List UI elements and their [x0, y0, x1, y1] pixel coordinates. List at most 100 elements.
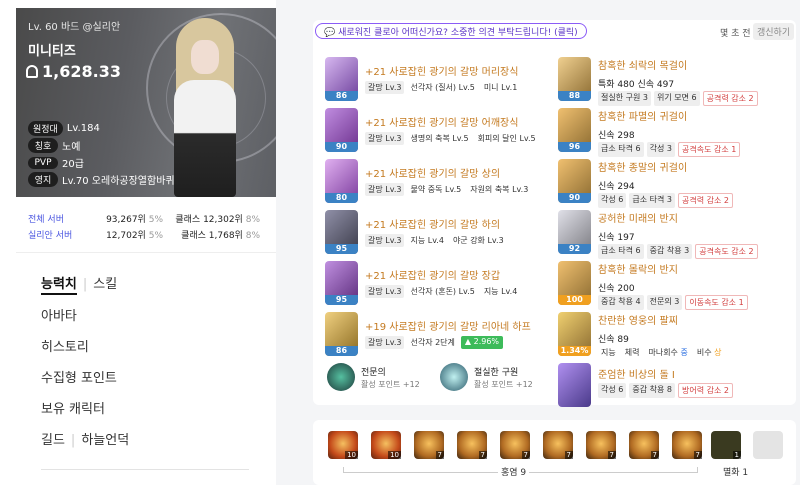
class-rank: 1,768위: [208, 231, 243, 241]
equipment-tag: 갈망 Lv.3: [365, 234, 405, 247]
equipment-tags: 갈망 Lv.3 선각자 2단계 ▲ 2.96%: [365, 336, 504, 349]
accessory-tag: 비수 상: [696, 348, 722, 357]
equipment-item[interactable]: 86 +19 사로잡힌 광기의 갈망 리아네 하프 갈망 Lv.3 선각자 2단계…: [325, 312, 550, 360]
accessory-icon: 92: [558, 210, 591, 254]
equipment-tag: 선각자 (혼돈) Lv.5: [410, 287, 475, 296]
class-rank: 12,302위: [203, 215, 243, 225]
gem-slot[interactable]: 1: [711, 431, 741, 459]
gem-slot[interactable]: 7: [414, 431, 444, 459]
class-line: Lv. 60 바드 @실리안: [28, 22, 121, 33]
gem-slot[interactable]: 7: [586, 431, 616, 459]
accessory-tag: 공격속도 감소 1: [677, 142, 741, 157]
gem-level: 7: [607, 451, 616, 459]
tab-skill[interactable]: 스킬: [93, 277, 117, 292]
refresh-button[interactable]: 갱신하기: [753, 23, 795, 40]
side-menu: 능력치 | 스킬 아바타 히스토리 수집형 포인트 보유 캐릭터 길드 | 하늘언덕: [16, 252, 276, 485]
menu-item-guild[interactable]: 길드: [41, 433, 65, 448]
rank-scope: 실리안 서버: [28, 231, 73, 241]
equipment-name: +21 사로잡힌 광기의 갈망 하의: [365, 220, 501, 231]
gem-slot[interactable]: 10: [371, 431, 401, 459]
accessory-item[interactable]: 100 참혹한 몰락의 반지 신속 200 중갑 착용 4 전문의 3 이동속도 감…: [558, 261, 794, 310]
accessory-icon: 100: [558, 261, 591, 305]
feedback-banner[interactable]: 💬 새로워진 클로아 어떠신가요? 소중한 의견 부탁드립니다! (클릭): [315, 23, 587, 39]
equipment-tag: 회피의 달인 Lv.5: [477, 134, 536, 143]
accessory-tags: 각성 6 급소 타격 3 공격력 감소 2: [598, 193, 733, 208]
accessory-tag: 절실한 구원 3: [598, 91, 651, 106]
equipment-item[interactable]: 95 +21 사로잡힌 광기의 갈망 하의 갈망 Lv.3 지능 Lv.4 야군 강…: [325, 210, 550, 258]
equipment-item[interactable]: 80 +21 사로잡힌 광기의 갈망 상의 갈망 Lv.3 물약 중독 Lv.5 자…: [325, 159, 550, 207]
menu-item-characters[interactable]: 보유 캐릭터: [41, 398, 105, 417]
accessory-quality: 1.34%: [558, 346, 591, 356]
accessory-tag: 각성 6: [598, 193, 627, 208]
accessory-quality: 96: [558, 142, 591, 152]
gem-slot-empty[interactable]: [753, 431, 783, 459]
equipment-quality: 86: [325, 91, 358, 101]
equipment-tags: 갈망 Lv.3 선각자 (혼돈) Lv.5 지능 Lv.4: [365, 285, 520, 298]
feedback-text: 새로워진 클로아 어떠신가요? 소중한 의견 부탁드립니다! (클릭): [338, 28, 578, 38]
accessory-item[interactable]: 96 참혹한 파멸의 귀걸이 신속 298 급소 타격 6 각성 3 공격속도 감소…: [558, 108, 794, 157]
equipment-tag: 갈망 Lv.3: [365, 285, 405, 298]
tag-value: 20급: [62, 159, 84, 170]
engraving-2[interactable]: 절실한 구원 활성 포인트 +12: [440, 363, 550, 391]
equipment-quality: 80: [325, 193, 358, 203]
gem-level: 1: [732, 451, 741, 459]
item-level: 1,628.33: [26, 62, 121, 81]
gem-level: 7: [478, 451, 487, 459]
accessory-item[interactable]: 92 공허한 미래의 반지 신속 197 급소 타격 6 중갑 착용 3 공격속도 …: [558, 210, 794, 259]
equipment-tags: 갈망 Lv.3 지능 Lv.4 야군 강화 Lv.3: [365, 234, 507, 247]
equipment-name: +21 사로잡힌 광기의 갈망 머리장식: [365, 67, 519, 78]
equipment-quality: 90: [325, 142, 358, 152]
gem-slot[interactable]: 10: [328, 431, 358, 459]
updated-time: 몇 초 전: [720, 29, 751, 39]
guild-name[interactable]: 하늘언덕: [81, 433, 129, 448]
equipment-tag: 미니 Lv.1: [483, 83, 518, 92]
helmet-icon: [26, 65, 38, 78]
rank-scope: 전체 서버: [28, 215, 64, 225]
menu-item-collection[interactable]: 수집형 포인트: [41, 367, 117, 386]
gem-slot[interactable]: 7: [672, 431, 702, 459]
class-label: 클래스: [181, 231, 206, 241]
accessory-tag: 급소 타격 3: [629, 193, 675, 208]
rank-value: 12,702위: [106, 231, 146, 241]
character-card: Lv. 60 바드 @실리안 미니티즈 1,628.33 원정대 Lv.184 칭…: [16, 8, 276, 197]
accessory-tag: 전문의 3: [646, 295, 683, 310]
accessory-item[interactable]: 1.34% 찬란한 영웅의 팔찌 신속 89 지능 체력 마나회수 중 비수 상: [558, 312, 794, 360]
accessory-tag: 공격력 감소 2: [677, 193, 733, 208]
gem-slot[interactable]: 7: [457, 431, 487, 459]
gem-slot[interactable]: 7: [629, 431, 659, 459]
engraving-points: 활성 포인트 +12: [474, 380, 533, 389]
accessory-item[interactable]: 준엄한 비상의 돌 I 각성 6 중갑 착용 8 방어력 감소 2: [558, 363, 794, 411]
menu-item-history[interactable]: 히스토리: [41, 336, 89, 355]
menu-item-avatar[interactable]: 아바타: [41, 305, 77, 324]
accessory-tag: 공격력 감소 2: [702, 91, 758, 106]
ranking-all: 전체 서버 93,267위 5% 클래스 12,302위 8%: [28, 212, 260, 225]
tag-key: 원정대: [28, 121, 63, 136]
equipment-icon: 95: [325, 261, 358, 305]
equipment-tag: 지능 Lv.4: [483, 287, 518, 296]
equipment-tag: 갈망 Lv.3: [365, 336, 405, 349]
accessory-item[interactable]: 88 참혹한 쇠락의 목걸이 특화 480 신속 497 절실한 구원 3 위기 …: [558, 57, 794, 106]
equipment-item[interactable]: 90 +21 사로잡힌 광기의 갈망 어깨장식 갈망 Lv.3 생명의 축복 Lv…: [325, 108, 550, 156]
accessory-tags: 급소 타격 6 중갑 착용 3 공격속도 감소 2: [598, 244, 758, 259]
gem-level: 7: [693, 451, 702, 459]
gem-slot[interactable]: 7: [500, 431, 530, 459]
left-panel: Lv. 60 바드 @실리안 미니티즈 1,628.33 원정대 Lv.184 칭…: [0, 0, 276, 485]
equipment-name: +21 사로잡힌 광기의 갈망 장갑: [365, 271, 501, 282]
equipment-name: +21 사로잡힌 광기의 갈망 상의: [365, 169, 501, 180]
rank-pct: 5%: [148, 215, 163, 225]
equipment-name: +19 사로잡힌 광기의 갈망 리아네 하프: [365, 322, 531, 333]
tab-stats[interactable]: 능력치: [41, 277, 77, 295]
accessory-item[interactable]: 90 참혹한 종말의 귀걸이 신속 294 각성 6 급소 타격 3 공격력 감소 …: [558, 159, 794, 208]
item-level-value: 1,628.33: [42, 62, 121, 81]
gem-level: 10: [388, 451, 401, 459]
engraving-1[interactable]: 전문의 활성 포인트 +12: [327, 363, 427, 391]
gem-slot[interactable]: 7: [543, 431, 573, 459]
equipment-item[interactable]: 86 +21 사로잡힌 광기의 갈망 머리장식 갈망 Lv.3 선각자 (질서) …: [325, 57, 550, 105]
accessory-tag: 중갑 착용 4: [598, 295, 644, 310]
accessory-tag: 체력: [624, 348, 640, 357]
equipment-item[interactable]: 95 +21 사로잡힌 광기의 갈망 장갑 갈망 Lv.3 선각자 (혼돈) Lv…: [325, 261, 550, 309]
equipment-quality: 95: [325, 295, 358, 305]
accessory-tag: 급소 타격 6: [598, 244, 644, 259]
gem-level: 7: [435, 451, 444, 459]
equipment-tag: 야군 강화 Lv.3: [452, 236, 504, 245]
